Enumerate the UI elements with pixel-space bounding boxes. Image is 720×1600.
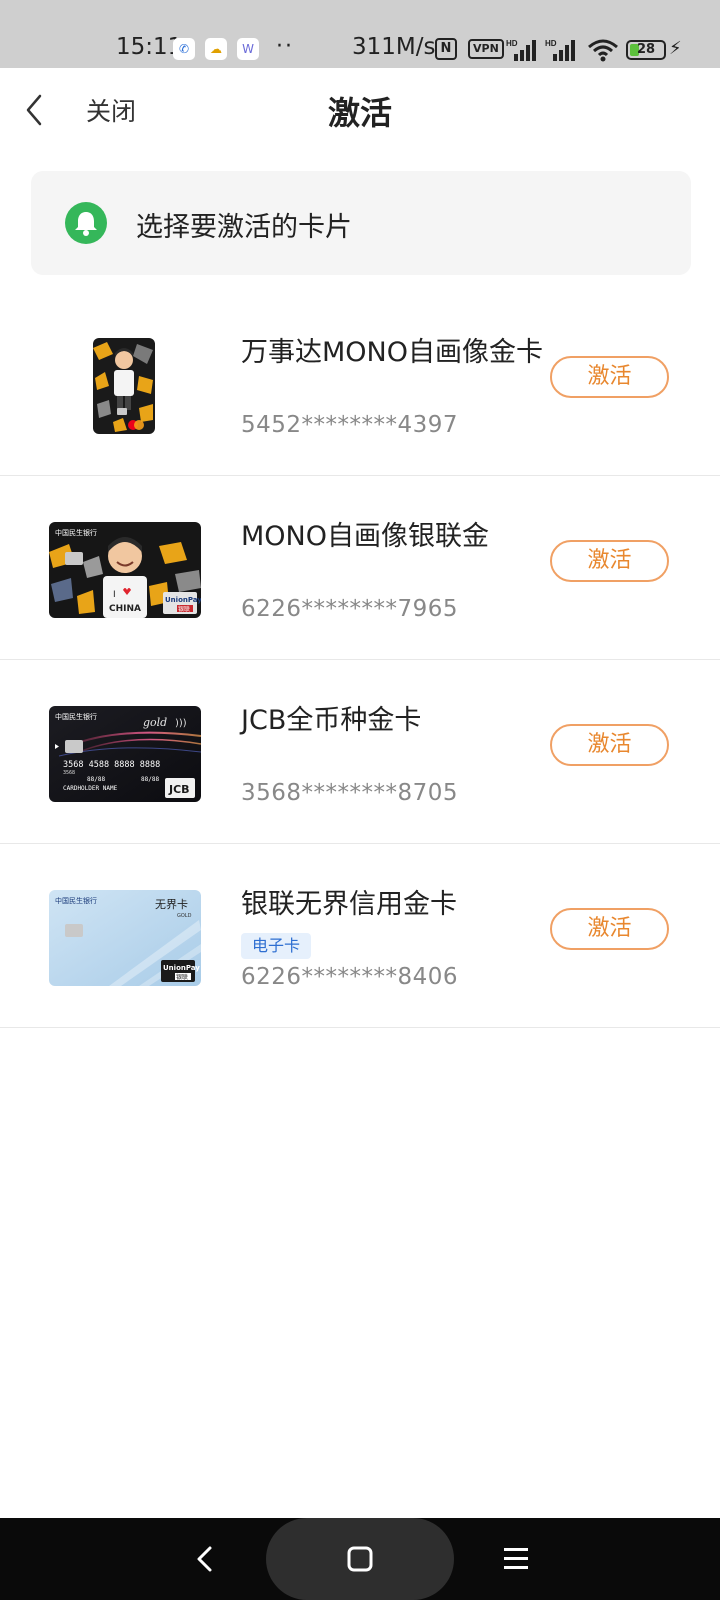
card-number: 5452********4397 <box>241 412 459 438</box>
card-art-bank-name: 中国民生银行 <box>55 528 97 537</box>
card-item[interactable]: I CHINA 中国民生银行 UnionPay 银联 MONO自画像银联金 62… <box>0 476 720 660</box>
card-art-gold-caps: GOLD <box>177 913 192 919</box>
activate-button[interactable]: 激活 <box>550 356 669 398</box>
card-name: MONO自画像银联金 <box>241 521 489 552</box>
app-w-icon: W <box>237 38 259 60</box>
card-item[interactable]: 万事达MONO自画像金卡 5452********4397 激活 <box>0 292 720 476</box>
card-image-jcb: 中国民生银行 gold ))) 3568 4588 8888 8888 3568… <box>49 706 201 802</box>
card-art-bank-name: 中国民生银行 <box>55 712 97 721</box>
charging-icon: ⚡ <box>669 38 682 59</box>
card-art-wujie: 无界卡 <box>155 898 188 911</box>
card-art-validity-thru: 88/88 <box>141 776 159 783</box>
card-art-unionpay: UnionPay <box>163 964 200 972</box>
card-art-i: I <box>113 590 116 600</box>
chevron-left-icon <box>26 94 42 126</box>
card-name: JCB全币种金卡 <box>241 705 422 736</box>
card-art-gold: gold <box>143 716 167 729</box>
status-bar: 15:11 ✆ ☁ W ·· 311M/s N VPN HD HD 28 ⚡ <box>0 0 720 68</box>
card-item[interactable]: 中国民生银行 无界卡 GOLD UnionPay 银联 银联无界信用金卡 电子卡… <box>0 844 720 1028</box>
card-name: 银联无界信用金卡 <box>241 889 457 920</box>
network-speed: 311M/s <box>352 34 436 60</box>
app-header: 关闭 激活 <box>0 68 720 152</box>
nav-menu-icon[interactable] <box>500 1544 532 1574</box>
card-art-holder: CARDHOLDER NAME <box>63 785 118 792</box>
system-nav-bar <box>0 1518 720 1600</box>
card-art-jcb-number: 3568 4588 8888 8888 <box>63 760 160 770</box>
card-image-mono-mastercard <box>93 338 155 434</box>
more-notifications-icon: ·· <box>276 34 294 59</box>
weather-icon: ☁ <box>205 38 227 60</box>
card-art-unionpay-cn: 银联 <box>176 973 188 981</box>
notice-text: 选择要激活的卡片 <box>136 212 352 243</box>
close-button[interactable]: 关闭 <box>86 92 136 128</box>
battery-percent: 28 <box>636 42 656 57</box>
nav-home-icon[interactable] <box>343 1542 377 1576</box>
card-image-wujie: 中国民生银行 无界卡 GOLD UnionPay 银联 <box>49 890 201 986</box>
card-art-unionpay-cn: 银联 <box>178 605 190 613</box>
nfc-icon: N <box>435 38 457 60</box>
select-card-notice: 选择要激活的卡片 <box>31 171 691 275</box>
card-list: 万事达MONO自画像金卡 5452********4397 激活 I CHINA… <box>0 292 720 1028</box>
card-art-jcb-logo: JCB <box>168 783 190 796</box>
bell-icon <box>65 202 107 244</box>
activate-button[interactable]: 激活 <box>550 724 669 766</box>
card-art-jcb-small: 3568 <box>63 770 75 776</box>
activate-button[interactable]: 激活 <box>550 908 669 950</box>
signal-2-icon: HD <box>545 39 575 61</box>
card-number: 6226********7965 <box>241 596 459 622</box>
card-number: 3568********8705 <box>241 780 459 806</box>
card-number: 6226********8406 <box>241 964 459 990</box>
card-art-validity-from: 88/88 <box>87 776 105 783</box>
svg-text:))): ))) <box>175 718 187 729</box>
svg-text:HD: HD <box>506 39 518 48</box>
vpn-icon: VPN <box>468 39 504 59</box>
telecom-icon: ✆ <box>173 38 195 60</box>
battery-icon: 28 <box>626 40 666 60</box>
card-name: 万事达MONO自画像金卡 <box>241 337 543 368</box>
card-item[interactable]: 中国民生银行 gold ))) 3568 4588 8888 8888 3568… <box>0 660 720 844</box>
back-button[interactable] <box>14 86 58 134</box>
wifi-icon <box>588 39 618 62</box>
card-art-unionpay: UnionPay <box>165 596 201 604</box>
card-art-china: CHINA <box>109 604 141 614</box>
svg-text:HD: HD <box>545 39 557 48</box>
ecard-badge: 电子卡 <box>241 933 312 959</box>
card-art-bank-name: 中国民生银行 <box>55 896 97 905</box>
nav-back-icon[interactable] <box>190 1542 220 1576</box>
activate-button[interactable]: 激活 <box>550 540 669 582</box>
signal-1-icon: HD <box>506 39 536 61</box>
card-image-mono-unionpay: I CHINA 中国民生银行 UnionPay 银联 <box>49 522 201 618</box>
